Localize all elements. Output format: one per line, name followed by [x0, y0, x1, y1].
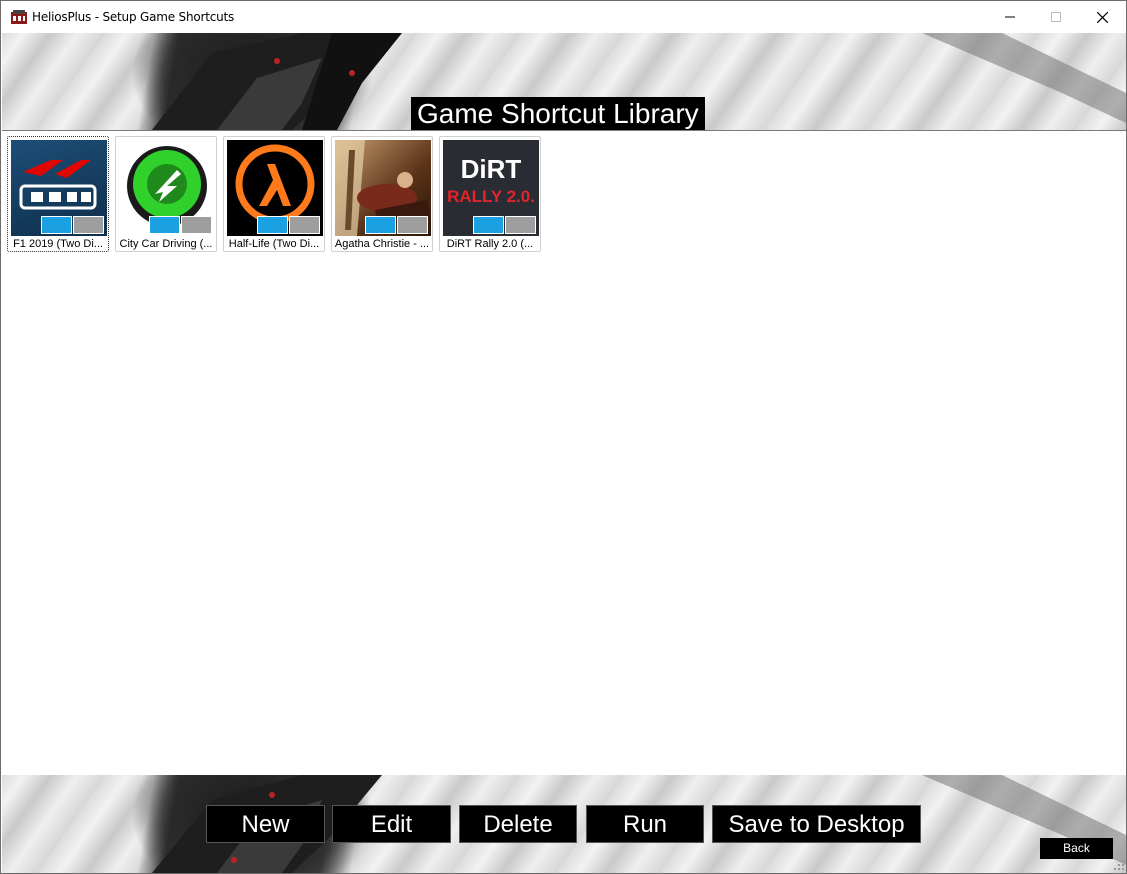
shortcut-label: Agatha Christie - ...	[334, 238, 430, 250]
shortcut-tile-city-car-driving[interactable]: City Car Driving (...	[115, 136, 217, 252]
run-button[interactable]: Run	[586, 805, 704, 843]
display-secondary-indicator	[289, 216, 320, 234]
delete-button[interactable]: Delete	[459, 805, 577, 843]
app-window: HeliosPlus - Setup Game Shortcuts Game S…	[0, 0, 1127, 874]
f1-2019-icon	[11, 140, 107, 236]
display-primary-indicator	[365, 216, 396, 234]
shortcut-tile-agatha-christie[interactable]: Agatha Christie - ...	[331, 136, 433, 252]
display-primary-indicator	[257, 216, 288, 234]
display-primary-indicator	[149, 216, 180, 234]
minimize-button[interactable]	[987, 1, 1033, 33]
city-car-driving-icon	[119, 140, 215, 236]
display-primary-indicator	[473, 216, 504, 234]
maximize-icon	[1051, 12, 1061, 22]
heliosplus-app-icon	[11, 10, 27, 24]
header-banner-image: Game Shortcut Library	[2, 33, 1126, 131]
minimize-icon	[1005, 16, 1015, 18]
display-secondary-indicator	[397, 216, 428, 234]
resize-grip-icon[interactable]	[1113, 859, 1125, 871]
shortcut-label: DiRT Rally 2.0 (...	[446, 238, 534, 250]
dirt-rally-icon: DiRT RALLY 2.0.	[443, 140, 539, 236]
display-secondary-indicator	[73, 216, 104, 234]
maximize-button[interactable]	[1033, 1, 1079, 33]
shortcut-library-list[interactable]: F1 2019 (Two Di... City Car Driving (...	[5, 134, 1123, 774]
page-title: Game Shortcut Library	[411, 97, 705, 130]
shortcut-label: City Car Driving (...	[119, 238, 213, 250]
display-primary-indicator	[41, 216, 72, 234]
shortcut-tile-half-life[interactable]: Half-Life (Two Di...	[223, 136, 325, 252]
new-button[interactable]: New	[206, 805, 325, 843]
window-title: HeliosPlus - Setup Game Shortcuts	[32, 10, 235, 24]
title-bar[interactable]: HeliosPlus - Setup Game Shortcuts	[1, 1, 1126, 33]
close-icon	[1096, 11, 1108, 23]
shortcut-tile-dirt-rally[interactable]: DiRT RALLY 2.0. DiRT Rally 2.0 (...	[439, 136, 541, 252]
half-life-icon	[227, 140, 323, 236]
back-button[interactable]: Back	[1040, 838, 1113, 859]
display-secondary-indicator	[181, 216, 212, 234]
close-button[interactable]	[1079, 1, 1125, 33]
save-to-desktop-button[interactable]: Save to Desktop	[712, 805, 921, 843]
shortcut-label: Half-Life (Two Di...	[228, 238, 320, 250]
rally-logo-text: RALLY 2.0.	[447, 187, 535, 206]
edit-button[interactable]: Edit	[332, 805, 451, 843]
display-secondary-indicator	[505, 216, 536, 234]
dirt-logo-text: DiRT	[461, 154, 522, 184]
shortcut-tile-f1-2019[interactable]: F1 2019 (Two Di...	[7, 136, 109, 252]
agatha-christie-icon	[335, 140, 431, 236]
shortcut-label: F1 2019 (Two Di...	[13, 238, 103, 250]
